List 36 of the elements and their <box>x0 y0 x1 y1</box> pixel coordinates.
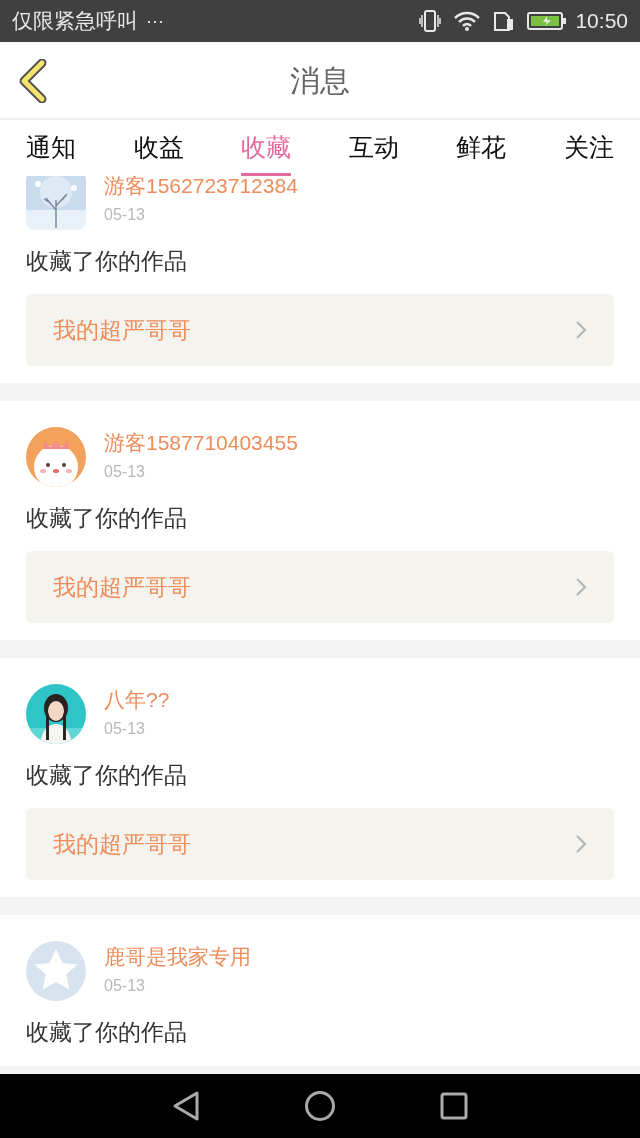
status-text: 仅限紧急呼叫 <box>12 8 138 35</box>
tab[interactable]: 互动 <box>348 120 399 176</box>
message-date: 05-13 <box>104 462 146 482</box>
message-text: 收藏了你的作品 <box>26 761 188 790</box>
chevron-right-icon <box>575 320 587 340</box>
user-name[interactable]: 鹿哥是我家专用 <box>104 944 251 970</box>
chevron-right-icon <box>575 577 587 597</box>
star-avatar-icon <box>26 941 86 1001</box>
tab[interactable]: 关注 <box>563 120 614 176</box>
user-name[interactable]: 八年?? <box>104 687 170 713</box>
home-circle-icon[interactable] <box>304 1090 336 1122</box>
message-text: 收藏了你的作品 <box>26 1018 188 1047</box>
message-text: 收藏了你的作品 <box>26 504 188 533</box>
tab[interactable]: 鲜花 <box>456 120 507 176</box>
back-triangle-icon[interactable] <box>171 1090 202 1122</box>
chevron-right-icon <box>575 834 587 854</box>
tab[interactable]: 收益 <box>133 120 184 176</box>
work-link[interactable]: 我的超严哥哥 <box>26 551 614 623</box>
user-name[interactable]: 游客1562723712384 <box>104 176 298 199</box>
back-chevron-icon <box>18 59 48 103</box>
message-text: 收藏了你的作品 <box>26 247 188 276</box>
recents-square-icon[interactable] <box>438 1091 469 1121</box>
clock: 10:50 <box>575 8 628 35</box>
work-link[interactable]: 我的超严哥哥 <box>26 808 614 880</box>
message-date: 05-13 <box>104 719 146 739</box>
page-title: 消息 <box>290 62 350 99</box>
vibrate-icon <box>419 9 442 33</box>
message-date: 05-13 <box>104 205 146 225</box>
user-name[interactable]: 游客1587710403455 <box>104 430 298 456</box>
wifi-icon <box>453 10 482 32</box>
tab[interactable]: 通知 <box>26 120 76 176</box>
battery-icon <box>527 11 568 31</box>
sim-icon <box>493 10 516 32</box>
work-link[interactable]: 我的超严哥哥 <box>26 294 614 366</box>
more-indicator: ··· <box>146 9 164 33</box>
message-date: 05-13 <box>104 976 146 996</box>
